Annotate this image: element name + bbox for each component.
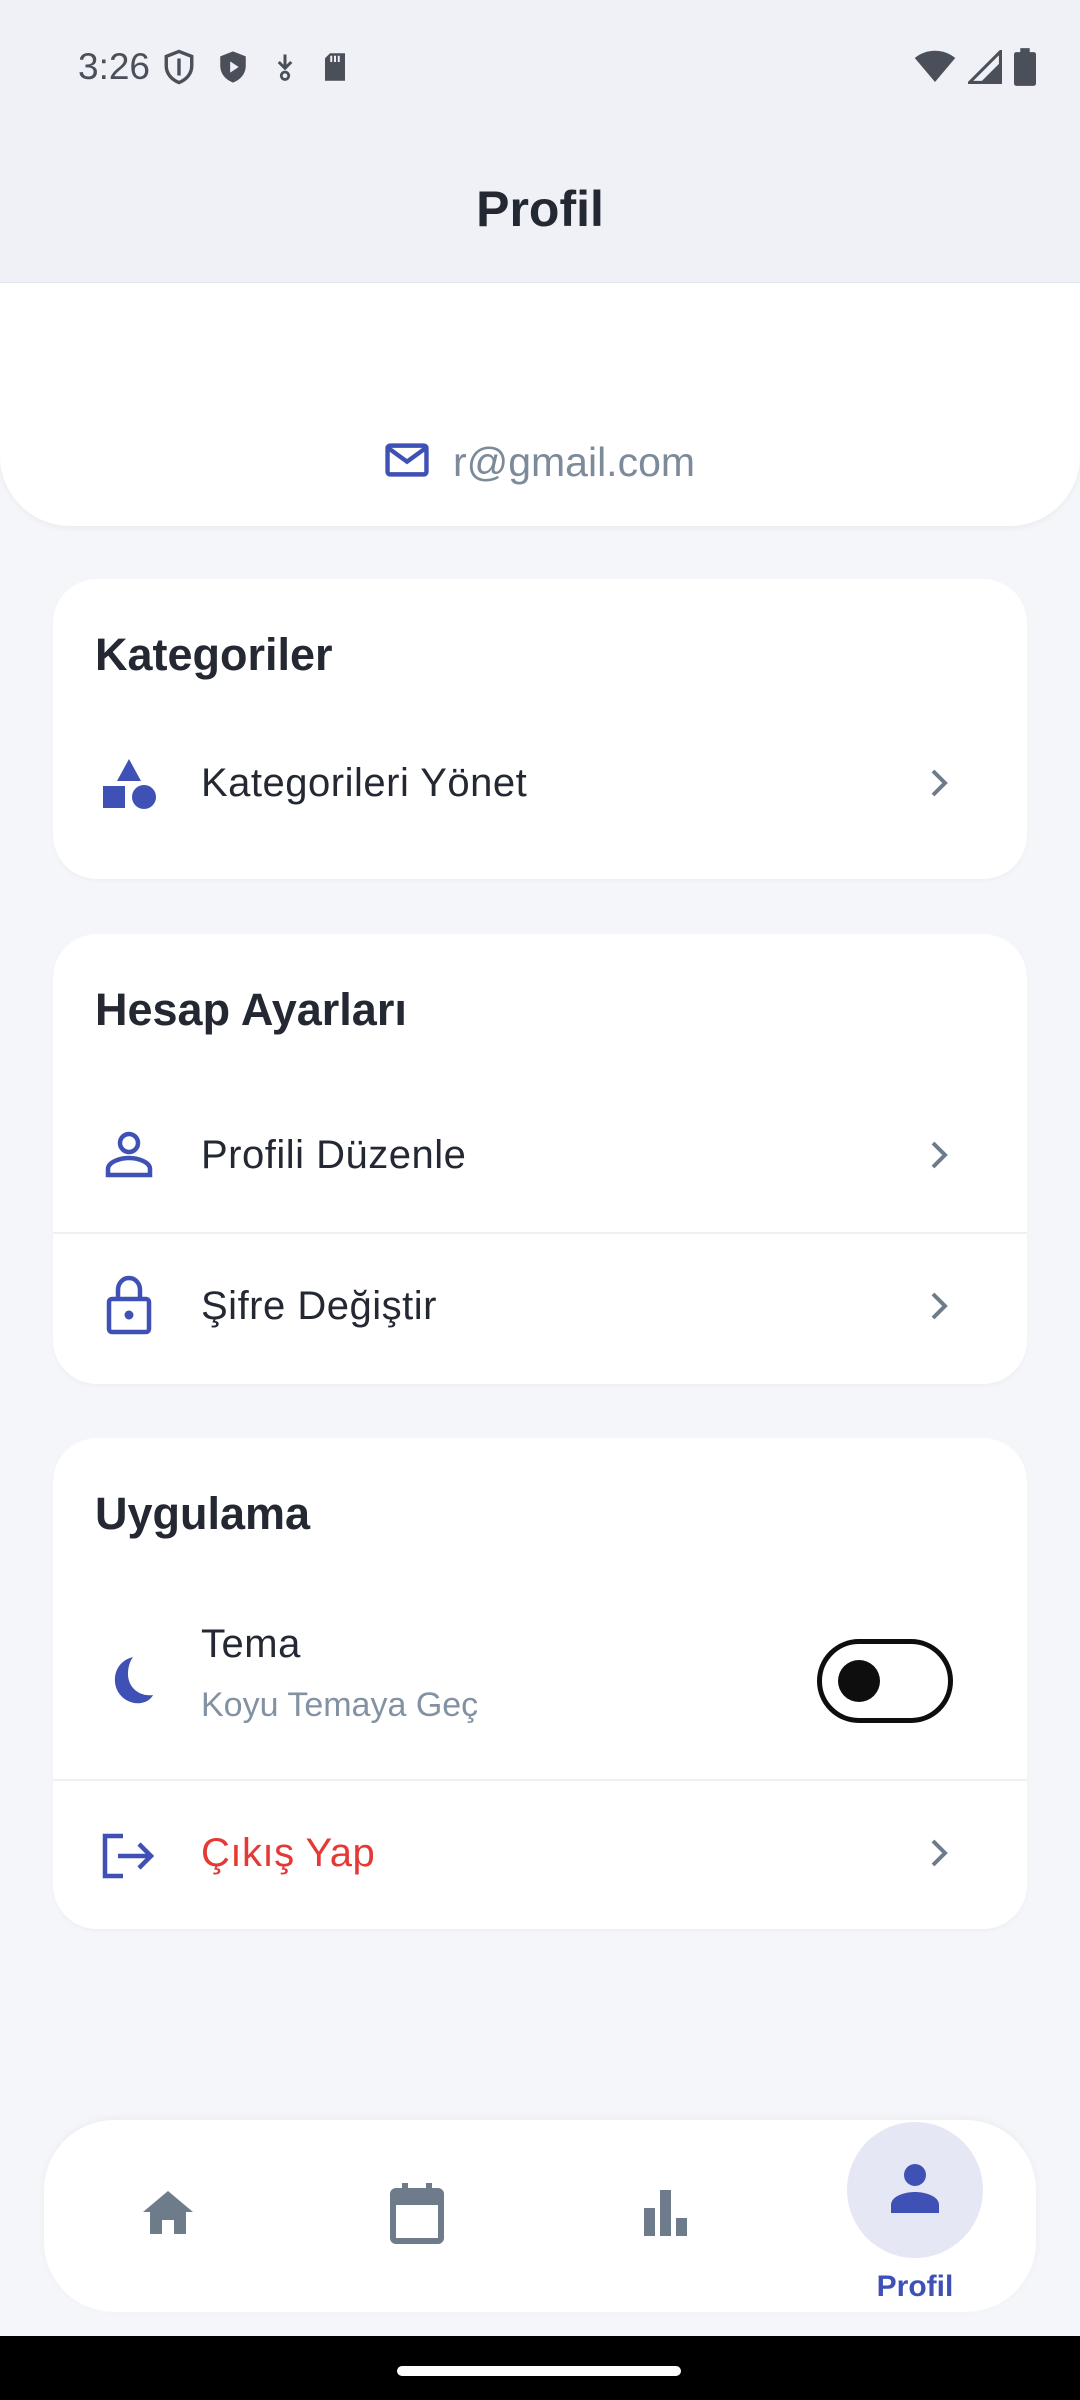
status-bar: 3:26	[0, 0, 1080, 136]
shield-outline-icon	[162, 48, 196, 86]
wifi-icon	[914, 50, 956, 84]
moon-icon	[99, 1651, 159, 1711]
logout-row[interactable]: Çıkış Yap	[53, 1781, 1027, 1931]
profile-header: r@gmail.com	[0, 283, 1080, 526]
nav-calendar[interactable]	[337, 2120, 497, 2312]
page-title: Profil	[476, 181, 604, 237]
home-icon	[141, 2188, 195, 2241]
bottom-nav: Profil	[44, 2120, 1036, 2312]
nav-home[interactable]	[88, 2120, 248, 2312]
nav-stats[interactable]	[585, 2120, 745, 2312]
chevron-right-icon	[925, 1838, 955, 1868]
account-settings-card: Hesap Ayarları Profili Düzenle Şifre Değ…	[53, 934, 1027, 1384]
logout-icon	[99, 1826, 159, 1886]
person-outline-icon	[99, 1125, 159, 1185]
chevron-right-icon	[925, 768, 955, 798]
change-password-row[interactable]: Şifre Değiştir	[53, 1234, 1027, 1384]
app-section-title: Uygulama	[95, 1488, 311, 1539]
home-indicator[interactable]	[397, 2366, 681, 2376]
toggle-knob	[838, 1660, 880, 1702]
app-settings-card: Uygulama Tema Koyu Temaya Geç Çıkış Yap	[53, 1438, 1027, 1929]
nav-active-indicator	[847, 2122, 983, 2258]
signal-icon	[968, 50, 1002, 84]
nav-profile[interactable]: Profil	[835, 2120, 995, 2312]
profile-email: r@gmail.com	[452, 439, 696, 485]
calendar-icon	[389, 2182, 445, 2249]
person-icon	[889, 2163, 941, 2218]
bar-chart-icon	[642, 2188, 688, 2241]
chevron-right-icon	[925, 1140, 955, 1170]
manage-categories-label: Kategorileri Yönet	[201, 761, 528, 805]
battery-icon	[1014, 48, 1036, 86]
categories-card: Kategoriler Kategorileri Yönet	[53, 579, 1027, 879]
change-password-label: Şifre Değiştir	[201, 1284, 437, 1328]
download-icon	[270, 50, 300, 84]
manage-categories-row[interactable]: Kategorileri Yönet	[53, 709, 1027, 859]
status-icons-left	[162, 48, 350, 86]
logout-label: Çıkış Yap	[201, 1831, 376, 1875]
category-icon	[99, 754, 159, 814]
chevron-right-icon	[925, 1291, 955, 1321]
account-section-title: Hesap Ayarları	[95, 984, 407, 1035]
status-time: 3:26	[78, 46, 151, 87]
shield-play-icon	[216, 48, 250, 86]
theme-row: Tema Koyu Temaya Geç	[53, 1580, 1027, 1780]
categories-section-title: Kategoriler	[95, 629, 333, 680]
theme-label: Tema	[201, 1622, 301, 1666]
edit-profile-label: Profili Düzenle	[201, 1133, 467, 1177]
system-nav-bar	[0, 2336, 1080, 2400]
mail-icon	[385, 443, 429, 482]
theme-subtitle: Koyu Temaya Geç	[201, 1686, 479, 1724]
app-bar: Profil	[0, 136, 1080, 283]
lock-icon	[99, 1275, 159, 1335]
sd-card-icon	[320, 50, 350, 84]
email-row: r@gmail.com	[0, 439, 1080, 486]
dark-theme-toggle[interactable]	[817, 1639, 953, 1723]
status-icons-right	[914, 48, 1036, 86]
profile-screen: 3:26 Profil r@gmail.com Kategoriler Kate…	[0, 0, 1080, 2400]
nav-profile-label: Profil	[876, 2270, 954, 2303]
edit-profile-row[interactable]: Profili Düzenle	[53, 1083, 1027, 1233]
